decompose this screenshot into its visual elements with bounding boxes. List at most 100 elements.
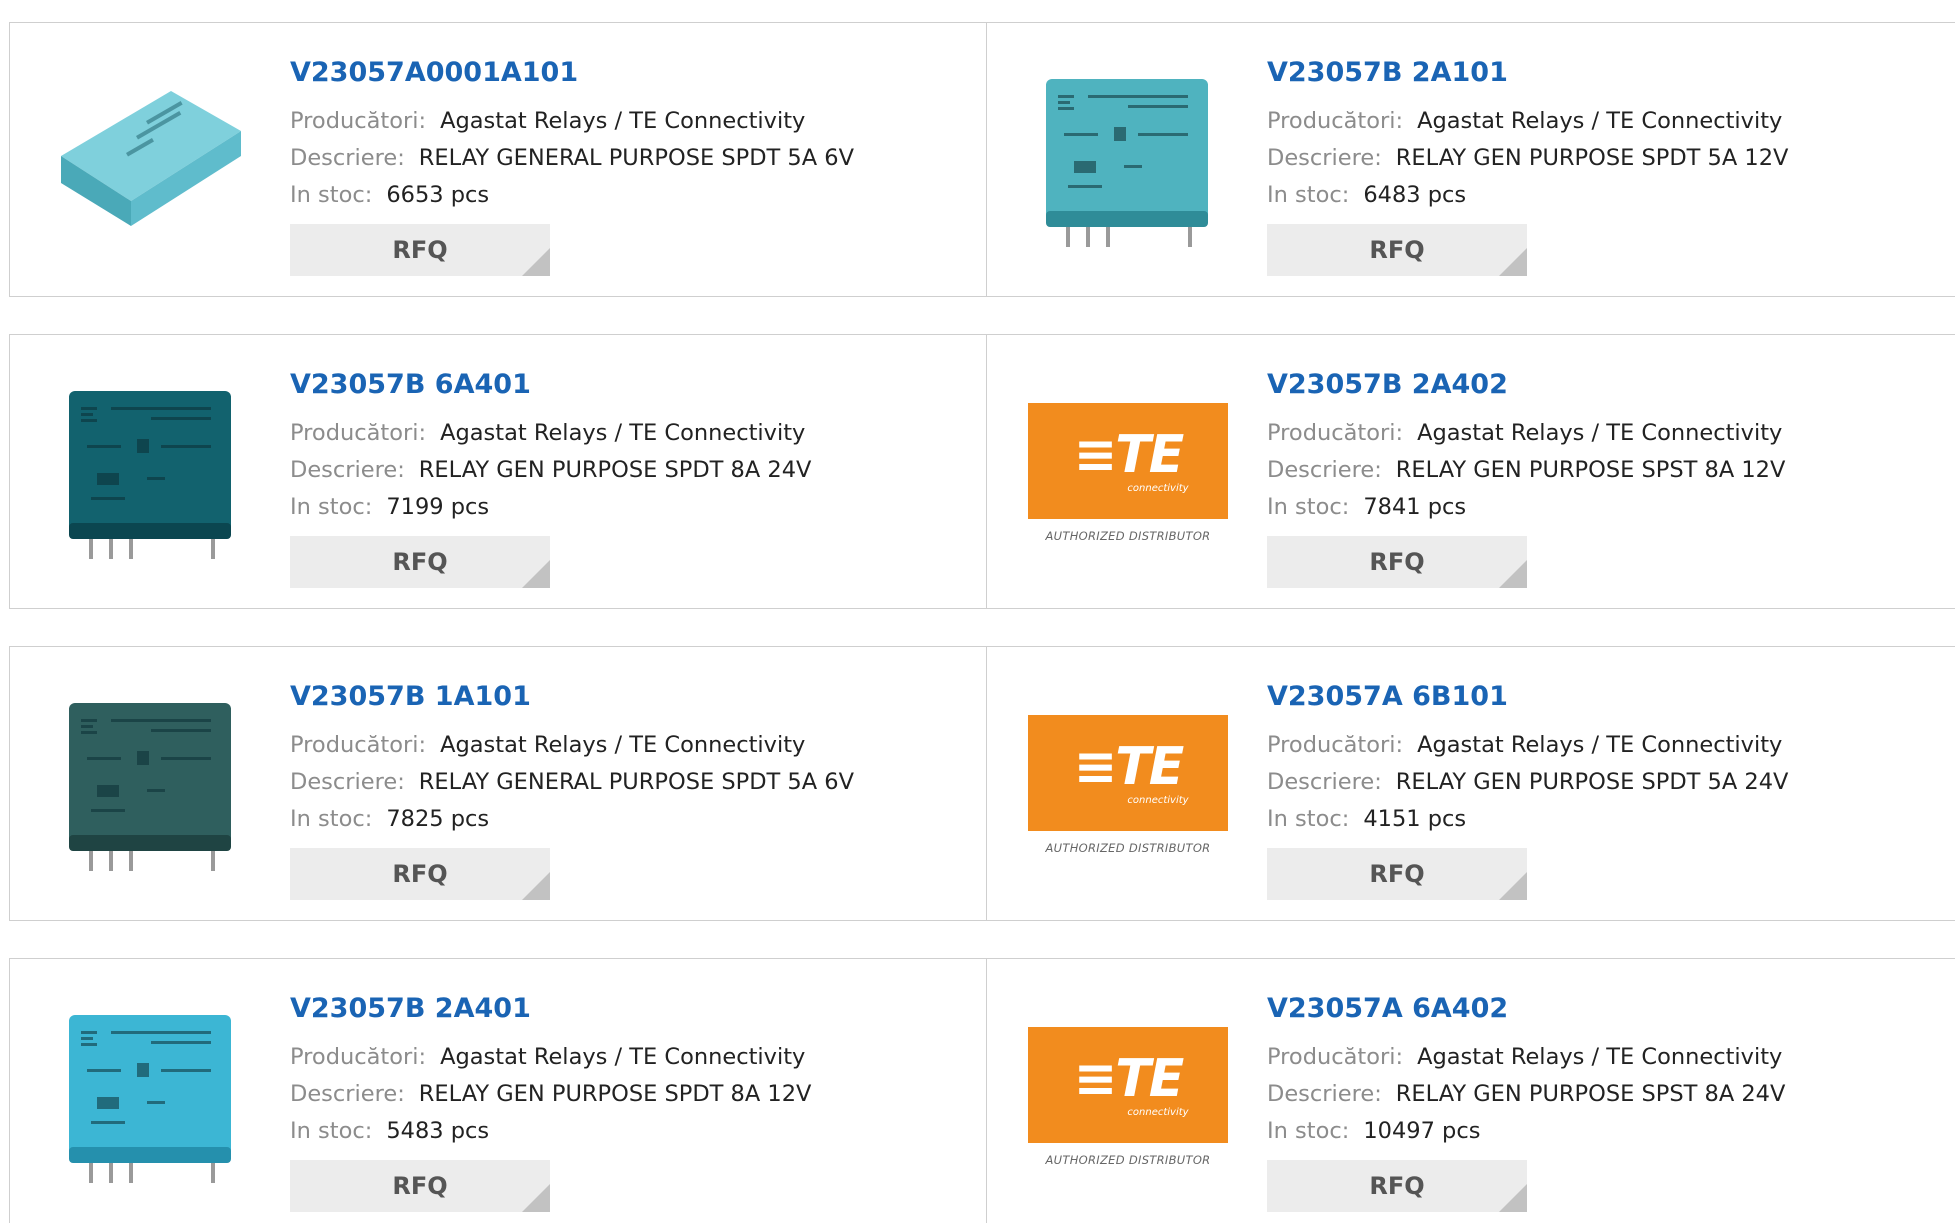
part-number-link[interactable]: V23057B 2A401 [290,989,811,1029]
manufacturer-row: Producători: Agastat Relays / TE Connecti… [290,1039,811,1076]
manufacturer-row: Producători: Agastat Relays / TE Connecti… [1267,1039,1785,1076]
product-image[interactable] [51,373,251,573]
part-number-link[interactable]: V23057B 1A101 [290,677,854,717]
manufacturer-label: Producători: [290,420,427,446]
product-info: V23057A 6A402 Producători: Agastat Relays… [1267,989,1785,1150]
stock-value: 5483 pcs [386,1118,490,1144]
te-mark: ≡TE [1073,424,1185,485]
authorized-distributor-label: AUTHORIZED DISTRIBUTOR [1045,1153,1211,1167]
product-card: ≡TE connectivity AUTHORIZED DISTRIBUTOR V2… [986,959,1955,1223]
rfq-button[interactable]: RFQ [290,848,550,900]
part-number-link[interactable]: V23057B 2A101 [1267,53,1788,93]
product-image[interactable]: ≡TE connectivity AUTHORIZED DISTRIBUTOR [1028,997,1228,1197]
description-label: Descriere: [290,145,405,171]
description-value: RELAY GEN PURPOSE SPST 8A 24V [1395,1081,1786,1107]
product-info: V23057A 6B101 Producători: Agastat Relays… [1267,677,1788,838]
manufacturer-row: Producători: Agastat Relays / TE Connecti… [290,103,854,140]
product-image[interactable] [51,685,251,885]
te-sub: connectivity [1127,1106,1189,1118]
description-row: Descriere: RELAY GENERAL PURPOSE SPDT 5A … [290,764,854,801]
product-info: V23057B 2A101 Producători: Agastat Relays… [1267,53,1788,214]
product-row: V23057A0001A101 Producători: Agastat Rela… [9,22,1955,297]
stock-label: In stoc: [290,806,373,832]
stock-value: 7841 pcs [1363,494,1467,520]
te-logo-box: ≡TE connectivity [1028,715,1228,831]
rfq-button[interactable]: RFQ [1267,848,1527,900]
description-value: RELAY GEN PURPOSE SPDT 8A 24V [418,457,812,483]
manufacturer-value: Agastat Relays / TE Connectivity [1417,1044,1783,1070]
rfq-button[interactable]: RFQ [290,536,550,588]
manufacturer-label: Producători: [290,732,427,758]
stock-row: In stoc: 10497 pcs [1267,1113,1785,1150]
description-label: Descriere: [1267,769,1382,795]
part-number-link[interactable]: V23057A 6B101 [1267,677,1788,717]
description-label: Descriere: [290,769,405,795]
te-logo-box: ≡TE connectivity [1028,403,1228,519]
stock-value: 10497 pcs [1363,1118,1481,1144]
rfq-button[interactable]: RFQ [290,1160,550,1212]
manufacturer-value: Agastat Relays / TE Connectivity [1417,420,1783,446]
product-card: V23057B 2A101 Producători: Agastat Relays… [986,23,1955,296]
description-value: RELAY GEN PURPOSE SPDT 5A 24V [1395,769,1789,795]
relay-icon [61,91,241,226]
authorized-distributor-label: AUTHORIZED DISTRIBUTOR [1045,841,1211,855]
manufacturer-row: Producători: Agastat Relays / TE Connecti… [1267,727,1788,764]
rfq-button[interactable]: RFQ [1267,1160,1527,1212]
te-logo: ≡TE connectivity AUTHORIZED DISTRIBUTOR [1028,403,1228,543]
stock-row: In stoc: 6483 pcs [1267,177,1788,214]
te-sub: connectivity [1127,794,1189,806]
manufacturer-label: Producători: [290,108,427,134]
manufacturer-label: Producători: [1267,420,1404,446]
manufacturer-value: Agastat Relays / TE Connectivity [440,108,806,134]
description-value: RELAY GENERAL PURPOSE SPDT 5A 6V [418,769,854,795]
stock-label: In stoc: [1267,806,1350,832]
rfq-button[interactable]: RFQ [290,224,550,276]
stock-row: In stoc: 6653 pcs [290,177,854,214]
part-number-link[interactable]: V23057B 2A402 [1267,365,1785,405]
manufacturer-label: Producători: [1267,732,1404,758]
product-image[interactable] [1028,61,1228,261]
manufacturer-label: Producători: [1267,108,1404,134]
description-row: Descriere: RELAY GEN PURPOSE SPST 8A 24V [1267,1076,1785,1113]
stock-value: 7825 pcs [386,806,490,832]
stock-row: In stoc: 5483 pcs [290,1113,811,1150]
product-card: ≡TE connectivity AUTHORIZED DISTRIBUTOR V2… [986,647,1955,920]
product-info: V23057B 2A401 Producători: Agastat Relays… [290,989,811,1150]
description-row: Descriere: RELAY GEN PURPOSE SPDT 8A 24V [290,452,811,489]
stock-label: In stoc: [290,1118,373,1144]
stock-label: In stoc: [1267,1118,1350,1144]
part-number-link[interactable]: V23057B 6A401 [290,365,811,405]
relay-icon [1046,79,1208,247]
product-image[interactable]: ≡TE connectivity AUTHORIZED DISTRIBUTOR [1028,685,1228,885]
stock-label: In stoc: [290,494,373,520]
authorized-distributor-label: AUTHORIZED DISTRIBUTOR [1045,529,1211,543]
stock-value: 4151 pcs [1363,806,1467,832]
stock-row: In stoc: 7825 pcs [290,801,854,838]
product-image[interactable] [51,61,251,261]
part-number-link[interactable]: V23057A 6A402 [1267,989,1785,1029]
product-info: V23057A0001A101 Producători: Agastat Rela… [290,53,854,214]
manufacturer-value: Agastat Relays / TE Connectivity [1417,732,1783,758]
manufacturer-row: Producători: Agastat Relays / TE Connecti… [1267,415,1785,452]
stock-label: In stoc: [1267,494,1350,520]
rfq-button[interactable]: RFQ [1267,536,1527,588]
product-row: V23057B 1A101 Producători: Agastat Relays… [9,646,1955,921]
te-logo: ≡TE connectivity AUTHORIZED DISTRIBUTOR [1028,1027,1228,1167]
product-image[interactable]: ≡TE connectivity AUTHORIZED DISTRIBUTOR [1028,373,1228,573]
product-info: V23057B 2A402 Producători: Agastat Relays… [1267,365,1785,526]
relay-icon [69,703,231,871]
product-card: V23057B 6A401 Producători: Agastat Relays… [10,335,986,608]
description-label: Descriere: [290,457,405,483]
rfq-button[interactable]: RFQ [1267,224,1527,276]
manufacturer-row: Producători: Agastat Relays / TE Connecti… [290,727,854,764]
product-image[interactable] [51,997,251,1197]
product-info: V23057B 6A401 Producători: Agastat Relays… [290,365,811,526]
te-mark: ≡TE [1073,736,1185,797]
stock-label: In stoc: [290,182,373,208]
description-row: Descriere: RELAY GEN PURPOSE SPDT 5A 12V [1267,140,1788,177]
product-row: V23057B 6A401 Producători: Agastat Relays… [9,334,1955,609]
relay-icon [69,391,231,559]
te-logo: ≡TE connectivity AUTHORIZED DISTRIBUTOR [1028,715,1228,855]
product-row: V23057B 2A401 Producători: Agastat Relays… [9,958,1955,1223]
part-number-link[interactable]: V23057A0001A101 [290,53,854,93]
